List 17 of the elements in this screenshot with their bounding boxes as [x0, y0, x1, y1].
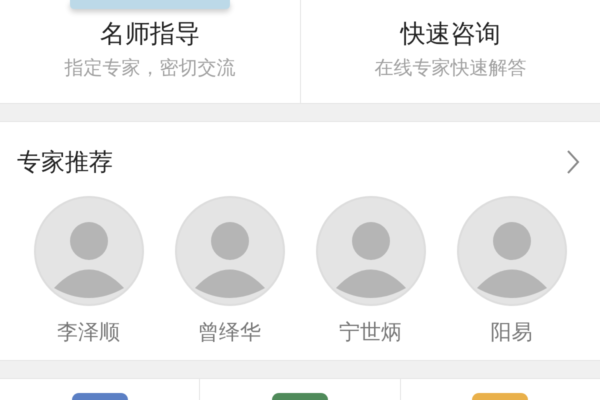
expert-name[interactable]: 阳易	[490, 318, 532, 346]
avatar-icon[interactable]	[34, 196, 144, 306]
section-title: 专家推荐	[17, 147, 113, 178]
avatar-icon[interactable]	[316, 196, 426, 306]
avatar-icon[interactable]	[456, 196, 566, 306]
avatar-icon[interactable]	[174, 196, 284, 306]
expert-name[interactable]: 李泽顺	[57, 318, 120, 346]
service-title[interactable]: 名师指导	[100, 17, 200, 51]
service-subtitle: 指定专家，密切交流	[64, 56, 236, 81]
expert-name[interactable]: 宁世炳	[339, 318, 402, 346]
category-icon[interactable]	[72, 393, 128, 400]
service-title[interactable]: 快速咨询	[400, 17, 500, 51]
category-icon[interactable]	[472, 393, 528, 400]
service-subtitle: 在线专家快速解答	[374, 56, 526, 81]
chevron-right-icon[interactable]	[566, 149, 580, 175]
category-icon[interactable]	[272, 393, 328, 400]
expert-name[interactable]: 曾绎华	[198, 318, 261, 346]
